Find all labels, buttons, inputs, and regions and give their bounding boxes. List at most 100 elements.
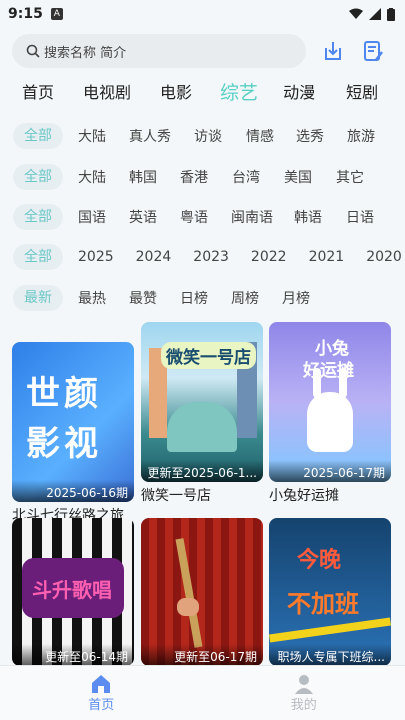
search-icon <box>26 44 40 58</box>
media-card[interactable]: 小兔 好运摊 2025-06-17期 小兔好运摊 <box>269 322 391 505</box>
sim-badge: A <box>50 8 63 20</box>
rabbit-ear <box>339 368 347 398</box>
poster-title-line1: 今晚 <box>297 548 342 573</box>
filter-option[interactable]: 情感 <box>246 126 274 146</box>
search-placeholder: 搜索名称 简介 <box>44 45 127 61</box>
media-card[interactable]: 斗升歌唱 更新至06-14期 <box>12 518 134 666</box>
poster-title: 微笑一号店 <box>161 342 256 369</box>
poster-title-line2: 影视 <box>26 424 102 464</box>
filter-option[interactable]: 2025 <box>78 249 114 265</box>
filter-option[interactable]: 台湾 <box>232 167 260 187</box>
filter-option[interactable]: 周榜 <box>231 288 259 308</box>
card-title: 小兔好运摊 <box>269 488 339 504</box>
status-bar: 9:15 A <box>0 0 405 28</box>
filter-option[interactable]: 旅游 <box>347 126 375 146</box>
filter-option[interactable]: 2022 <box>251 249 287 265</box>
filter-option[interactable]: 2024 <box>136 249 172 265</box>
filter-option[interactable]: 国语 <box>78 207 106 227</box>
search-input[interactable]: 搜索名称 简介 <box>12 34 306 68</box>
poster[interactable]: 世颜 影视 2025-06-16期 <box>12 342 134 502</box>
filter-chip-all[interactable]: 全部 <box>13 164 63 190</box>
poster[interactable]: 今晚 不加班 职场人专属下班综... <box>269 518 391 666</box>
filter-option[interactable]: 大陆 <box>78 126 106 146</box>
filter-row-region: 全部 大陆 韩国 香港 台湾 美国 其它 <box>0 164 405 190</box>
filter-row-type: 全部 大陆 真人秀 访谈 情感 选秀 旅游 <box>0 123 405 149</box>
filter-row-year: 全部 2025 2024 2023 2022 2021 2020 <box>0 244 405 270</box>
filter-option[interactable]: 2020 <box>366 249 402 265</box>
filter-option[interactable]: 真人秀 <box>129 126 171 146</box>
filter-option[interactable]: 最赞 <box>129 288 157 308</box>
signal-icon <box>369 8 381 20</box>
filter-chip-latest[interactable]: 最新 <box>13 285 63 311</box>
filter-option[interactable]: 大陆 <box>78 167 106 187</box>
filter-chip-all[interactable]: 全部 <box>13 204 63 230</box>
download-icon <box>325 42 341 60</box>
filter-option[interactable]: 韩国 <box>129 167 157 187</box>
bottom-nav: 首页 我的 <box>0 665 405 720</box>
filter-option[interactable]: 粤语 <box>180 207 208 227</box>
poster-caption: 2025-06-17期 <box>269 460 391 482</box>
category-tabs: 首页 电视剧 电影 综艺 动漫 短剧 <box>0 76 405 106</box>
poster-stripe <box>269 617 391 643</box>
battery-icon <box>387 7 395 21</box>
nav-profile-label: 我的 <box>290 697 317 713</box>
filter-option[interactable]: 其它 <box>336 167 364 187</box>
home-icon <box>92 674 111 693</box>
wifi-icon <box>349 8 363 19</box>
filter-option[interactable]: 选秀 <box>296 126 324 146</box>
filter-row-language: 全部 国语 英语 粤语 闽南语 韩语 日语 <box>0 204 405 230</box>
tab-movie[interactable]: 电影 <box>160 79 192 103</box>
filter-option[interactable]: 闽南语 <box>231 207 273 227</box>
card-title: 微笑一号店 <box>141 488 211 504</box>
history-icon <box>364 41 383 61</box>
filter-row-sort: 最新 最热 最赞 日榜 周榜 月榜 <box>0 285 405 311</box>
tab-variety[interactable]: 综艺 <box>220 78 258 105</box>
poster-hand <box>177 598 199 616</box>
rabbit-mascot <box>307 392 353 452</box>
poster-flute <box>175 538 203 648</box>
download-button[interactable] <box>320 38 346 64</box>
poster-title: 斗升歌唱 <box>32 578 112 602</box>
filter-option[interactable]: 日榜 <box>180 288 208 308</box>
filter-option[interactable]: 月榜 <box>282 288 310 308</box>
filter-option[interactable]: 日语 <box>346 207 374 227</box>
nav-home[interactable]: 首页 <box>0 666 203 720</box>
tab-shortdrama[interactable]: 短剧 <box>346 79 378 103</box>
poster-shop <box>167 402 237 452</box>
filter-option[interactable]: 2021 <box>309 249 345 265</box>
poster-caption: 更新至06-17期 <box>141 644 263 666</box>
poster[interactable]: 更新至06-17期 <box>141 518 263 666</box>
filter-option[interactable]: 韩语 <box>294 207 322 227</box>
poster[interactable]: 小兔 好运摊 2025-06-17期 <box>269 322 391 482</box>
poster-caption: 职场人专属下班综... <box>269 644 391 666</box>
poster-title-line2: 不加班 <box>287 590 359 618</box>
tab-anime[interactable]: 动漫 <box>283 79 315 103</box>
filter-option[interactable]: 2023 <box>193 249 229 265</box>
media-card[interactable]: 今晚 不加班 职场人专属下班综... <box>269 518 391 666</box>
filter-option[interactable]: 最热 <box>78 288 106 308</box>
poster-caption: 更新至06-14期 <box>12 644 134 666</box>
nav-home-label: 首页 <box>88 697 115 713</box>
poster-caption: 更新至2025-06-1... <box>141 460 263 482</box>
filter-option[interactable]: 英语 <box>129 207 157 227</box>
history-button[interactable] <box>360 38 386 64</box>
nav-profile[interactable]: 我的 <box>203 666 405 720</box>
media-card[interactable]: 世颜 影视 2025-06-16期 北斗七行丝路之旅 <box>12 342 134 525</box>
poster[interactable]: 微笑一号店 更新至2025-06-1... <box>141 322 263 482</box>
filter-option[interactable]: 香港 <box>180 167 208 187</box>
filter-option[interactable]: 访谈 <box>194 126 222 146</box>
rabbit-ear <box>313 368 321 398</box>
tab-home[interactable]: 首页 <box>22 79 54 103</box>
person-icon <box>294 674 313 694</box>
search-row: 搜索名称 简介 <box>12 34 395 68</box>
filter-chip-all[interactable]: 全部 <box>13 123 63 149</box>
poster-title-line1: 世颜 <box>26 374 102 414</box>
media-card[interactable]: 更新至06-17期 <box>141 518 263 666</box>
filter-chip-all[interactable]: 全部 <box>13 244 63 270</box>
media-card[interactable]: 微笑一号店 更新至2025-06-1... 微笑一号店 <box>141 322 263 505</box>
poster-caption: 2025-06-16期 <box>12 480 134 502</box>
filter-option[interactable]: 美国 <box>284 167 312 187</box>
status-time: 9:15 <box>8 6 43 22</box>
poster[interactable]: 斗升歌唱 更新至06-14期 <box>12 518 134 666</box>
tab-tv[interactable]: 电视剧 <box>83 79 131 103</box>
